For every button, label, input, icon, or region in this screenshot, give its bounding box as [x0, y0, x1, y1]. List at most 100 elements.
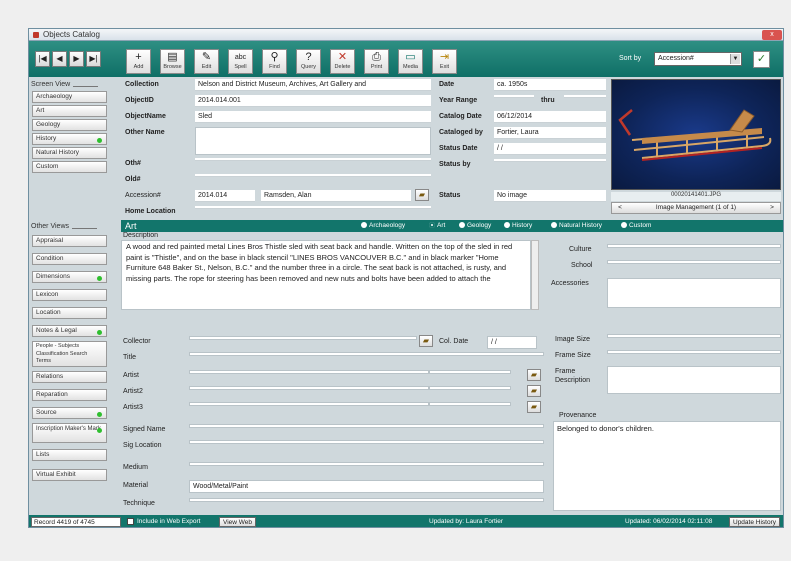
description-scrollbar[interactable] — [531, 240, 539, 310]
exit-button[interactable]: ⇥ Exit — [432, 49, 457, 74]
view-geology[interactable]: Geology — [32, 119, 107, 131]
query-button[interactable]: ? Query — [296, 49, 321, 74]
material-field[interactable]: Wood/Metal/Paint — [189, 480, 544, 493]
view-source[interactable]: Source — [32, 407, 107, 419]
artist3-folder-icon[interactable]: ▰ — [527, 401, 541, 413]
previous-record-button[interactable]: ◀ — [52, 51, 67, 67]
artist-folder-icon[interactable]: ▰ — [527, 369, 541, 381]
close-button[interactable]: x — [762, 30, 782, 40]
objectid-field[interactable]: 2014.014.001 — [195, 95, 431, 107]
view-archaeology[interactable]: Archaeology — [32, 91, 107, 103]
spell-button[interactable]: abc Spell — [228, 49, 253, 74]
collection-field[interactable]: Nelson and District Museum, Archives, Ar… — [195, 79, 431, 91]
browse-button[interactable]: ▤ Browse — [160, 49, 185, 74]
find-button[interactable]: ⚲ Find — [262, 49, 287, 74]
signed-name-field[interactable] — [189, 424, 544, 428]
view-location[interactable]: Location — [32, 307, 107, 319]
apply-sort-button[interactable]: ✓ — [753, 51, 770, 68]
catalog-date-field[interactable]: 06/12/2014 — [494, 111, 606, 123]
view-appraisal[interactable]: Appraisal — [32, 235, 107, 247]
radio-history[interactable]: History — [504, 221, 532, 231]
frame-size-field[interactable] — [607, 350, 781, 354]
status-by-field[interactable] — [494, 159, 606, 162]
has-data-dot-icon — [97, 412, 102, 417]
view-people-subjects[interactable]: People - Subjects Classification Search … — [32, 341, 107, 367]
update-history-button[interactable]: Update History — [729, 517, 780, 527]
include-web-export-checkbox[interactable] — [127, 518, 134, 525]
accession-field[interactable]: 2014.014 — [195, 190, 255, 202]
date-field[interactable]: ca. 1950s — [494, 79, 606, 91]
collector-field[interactable] — [189, 336, 417, 340]
view-reparation[interactable]: Reparation — [32, 389, 107, 401]
status-date-label: Status Date — [439, 145, 478, 152]
year-range-to-field[interactable] — [564, 95, 606, 98]
object-photo[interactable] — [611, 79, 781, 190]
thru-label: thru — [541, 97, 555, 104]
technique-field[interactable] — [189, 498, 544, 502]
artist2-folder-icon[interactable]: ▰ — [527, 385, 541, 397]
radio-art[interactable]: Art — [429, 221, 445, 231]
othername-field[interactable] — [195, 127, 431, 155]
image-size-field[interactable] — [607, 334, 781, 338]
status-field[interactable]: No image — [494, 190, 606, 202]
first-record-button[interactable]: |◀ — [35, 51, 50, 67]
col-date-field[interactable]: / / — [487, 336, 537, 349]
view-virtual-exhibit[interactable]: Virtual Exhibit — [32, 469, 107, 481]
view-art[interactable]: Art — [32, 105, 107, 117]
view-lists[interactable]: Lists — [32, 449, 107, 461]
view-natural-history[interactable]: Natural History — [32, 147, 107, 159]
checkmark-icon: ✓ — [756, 53, 767, 65]
artist3-field[interactable] — [189, 402, 429, 406]
view-condition[interactable]: Condition — [32, 253, 107, 265]
medium-field[interactable] — [189, 462, 544, 466]
artist3-extra-field[interactable] — [429, 402, 511, 406]
collector-folder-icon[interactable]: ▰ — [419, 335, 433, 347]
radio-geology[interactable]: Geology — [459, 221, 491, 231]
next-image-icon[interactable]: > — [766, 203, 778, 213]
view-dimensions[interactable]: Dimensions — [32, 271, 107, 283]
provenance-field[interactable]: Belonged to donor's children. — [553, 421, 781, 511]
print-button[interactable]: ⎙ Print — [364, 49, 389, 74]
accession-label: Accession# — [125, 192, 161, 199]
delete-button[interactable]: ✕ Delete — [330, 49, 355, 74]
description-field[interactable]: A wood and red painted metal Lines Bros … — [121, 240, 531, 310]
othno-field[interactable] — [195, 158, 431, 161]
status-date-field[interactable]: / / — [494, 143, 606, 155]
previous-image-icon[interactable]: < — [614, 203, 626, 213]
radio-custom[interactable]: Custom — [621, 221, 651, 231]
radio-archaeology[interactable]: Archaeology — [361, 221, 405, 231]
view-web-button[interactable]: View Web — [219, 517, 257, 527]
title-field[interactable] — [189, 352, 544, 356]
artist2-extra-field[interactable] — [429, 386, 511, 390]
sort-by-select[interactable]: Accession# ▼ — [654, 52, 742, 66]
next-record-button[interactable]: ▶ — [69, 51, 84, 67]
artist2-field[interactable] — [189, 386, 429, 390]
view-inscription[interactable]: Inscription Maker's Mark — [32, 423, 107, 443]
year-range-from-field[interactable] — [494, 95, 534, 98]
culture-field[interactable] — [607, 244, 781, 248]
view-relations[interactable]: Relations — [32, 371, 107, 383]
radio-natural-history[interactable]: Natural History — [551, 221, 602, 231]
add-button[interactable]: + Add — [126, 49, 151, 74]
home-location-field[interactable] — [195, 206, 431, 209]
last-record-button[interactable]: ▶| — [86, 51, 101, 67]
old-number-field[interactable] — [195, 174, 431, 177]
school-field[interactable] — [607, 260, 781, 264]
objects-catalog-window: Objects Catalog x |◀ ◀ ▶ ▶| + Add ▤ Browse… — [28, 28, 784, 528]
frame-description-field[interactable] — [607, 366, 781, 394]
media-button[interactable]: ▭ Media — [398, 49, 423, 74]
view-notes-legal[interactable]: Notes & Legal — [32, 325, 107, 337]
view-lexicon[interactable]: Lexicon — [32, 289, 107, 301]
accessories-field[interactable] — [607, 278, 781, 308]
edit-button[interactable]: ✎ Edit — [194, 49, 219, 74]
accession-donor-field[interactable]: Ramsden, Alan — [261, 190, 411, 202]
objectname-field[interactable]: Sled — [195, 111, 431, 123]
artist-field[interactable] — [189, 370, 429, 374]
artist-extra-field[interactable] — [429, 370, 511, 374]
image-management-button[interactable]: < Image Management (1 of 1) > — [611, 202, 781, 214]
cataloged-by-field[interactable]: Fortier, Laura — [494, 127, 606, 139]
view-custom[interactable]: Custom — [32, 161, 107, 173]
view-history[interactable]: History — [32, 133, 107, 145]
folder-icon[interactable]: ▰ — [415, 189, 429, 201]
sig-location-field[interactable] — [189, 440, 544, 444]
